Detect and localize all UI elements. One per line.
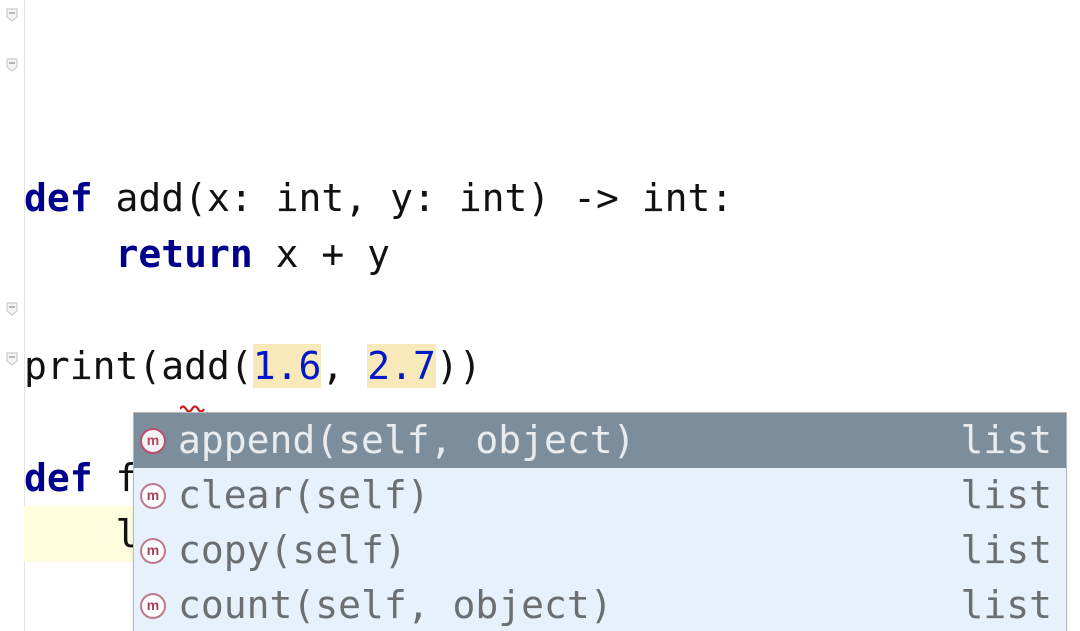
code-token: int bbox=[276, 176, 345, 220]
code-token: 1.6 bbox=[253, 344, 322, 388]
completion-return-type: list bbox=[960, 413, 1052, 468]
completion-item[interactable]: m copy(self)list bbox=[134, 523, 1066, 578]
fold-marker[interactable] bbox=[6, 352, 18, 366]
completion-signature: copy(self) bbox=[178, 523, 950, 578]
code-token: : bbox=[710, 176, 733, 220]
fold-marker[interactable] bbox=[6, 302, 18, 316]
code-token: int bbox=[459, 176, 528, 220]
gutter bbox=[0, 0, 25, 631]
code-token: 2.7 bbox=[367, 344, 436, 388]
code-token bbox=[24, 232, 116, 276]
completion-return-type: list bbox=[960, 468, 1052, 523]
method-icon: m bbox=[140, 538, 166, 564]
code-token: , y: bbox=[344, 176, 458, 220]
code-token: int bbox=[642, 176, 711, 220]
code-token: )) bbox=[436, 344, 482, 388]
completion-popup[interactable]: mappend(self, object)listmclear(self)lis… bbox=[133, 412, 1067, 631]
completion-item[interactable]: m append(self, object)list bbox=[134, 413, 1066, 468]
code-token: ) -> bbox=[527, 176, 641, 220]
code-token: def bbox=[24, 456, 116, 500]
code-token: x + y bbox=[276, 232, 390, 276]
completion-return-type: list bbox=[960, 578, 1052, 631]
method-icon: m bbox=[140, 593, 166, 619]
completion-return-type: list bbox=[960, 523, 1052, 578]
fold-marker[interactable] bbox=[6, 8, 18, 22]
code-line[interactable]: return x + y bbox=[24, 226, 733, 282]
code-token: def bbox=[24, 176, 116, 220]
completion-signature: count(self, object) bbox=[178, 578, 950, 631]
code-line[interactable]: print(add(1.6, 2.7)) bbox=[24, 338, 733, 394]
completion-item[interactable]: m clear(self)list bbox=[134, 468, 1066, 523]
code-token: return bbox=[116, 232, 276, 276]
fold-marker[interactable] bbox=[6, 58, 18, 72]
code-token: print(add( bbox=[24, 344, 253, 388]
code-editor[interactable]: def add(x: int, y: int) -> int: return x… bbox=[0, 0, 1080, 631]
method-icon: m bbox=[140, 428, 166, 454]
code-token: , bbox=[321, 344, 367, 388]
code-line[interactable] bbox=[24, 282, 733, 338]
completion-item[interactable]: m count(self, object)list bbox=[134, 578, 1066, 631]
completion-signature: clear(self) bbox=[178, 468, 950, 523]
completion-signature: append(self, object) bbox=[178, 413, 950, 468]
code-line[interactable]: def add(x: int, y: int) -> int: bbox=[24, 170, 733, 226]
code-token: add(x: bbox=[116, 176, 276, 220]
method-icon: m bbox=[140, 483, 166, 509]
